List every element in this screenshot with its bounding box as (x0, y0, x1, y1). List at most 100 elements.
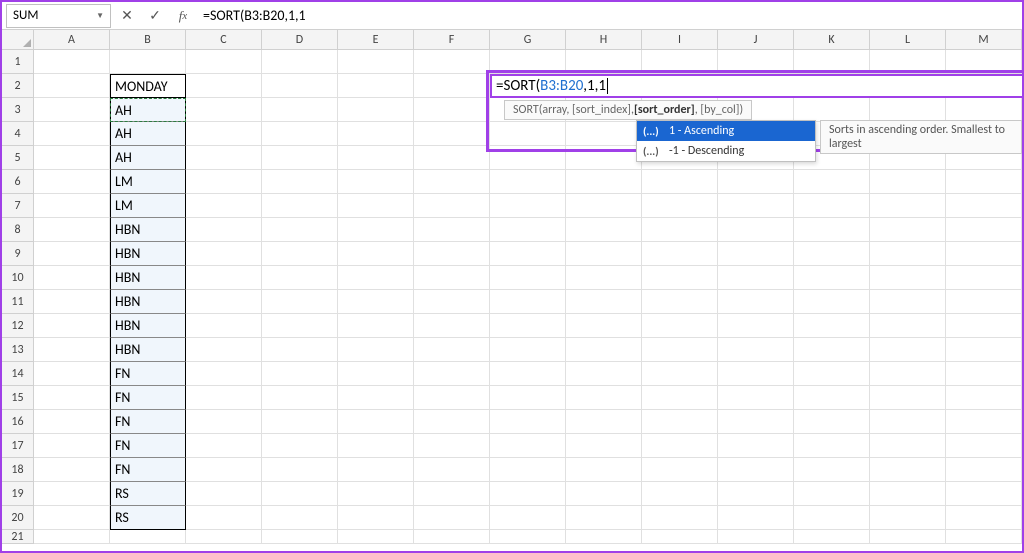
cell[interactable] (414, 530, 490, 544)
cell[interactable] (186, 410, 262, 434)
cell[interactable] (414, 266, 490, 290)
cell[interactable] (870, 50, 946, 74)
cell[interactable] (110, 50, 186, 74)
row-header[interactable]: 21 (2, 530, 34, 544)
cell[interactable] (718, 338, 794, 362)
cell[interactable] (946, 410, 1022, 434)
cell[interactable] (870, 506, 946, 530)
cell[interactable]: HBN (110, 242, 186, 266)
cell[interactable] (186, 98, 262, 122)
cell[interactable] (34, 50, 110, 74)
cell[interactable] (870, 338, 946, 362)
cell[interactable] (642, 362, 718, 386)
cell[interactable] (186, 290, 262, 314)
cell[interactable] (642, 50, 718, 74)
cell[interactable] (414, 98, 490, 122)
cell[interactable] (566, 122, 642, 146)
cell[interactable] (414, 458, 490, 482)
row-header[interactable]: 8 (2, 218, 34, 242)
row-header[interactable]: 9 (2, 242, 34, 266)
cell[interactable] (490, 266, 566, 290)
cell[interactable] (338, 242, 414, 266)
cell[interactable] (794, 506, 870, 530)
cell[interactable] (262, 338, 338, 362)
cell[interactable] (414, 242, 490, 266)
cell[interactable] (338, 530, 414, 544)
cell[interactable] (566, 266, 642, 290)
cell[interactable] (186, 146, 262, 170)
col-header[interactable]: M (946, 30, 1022, 50)
cell[interactable] (870, 530, 946, 544)
cell[interactable] (946, 290, 1022, 314)
cell[interactable] (946, 50, 1022, 74)
cell[interactable] (718, 530, 794, 544)
cell[interactable] (794, 338, 870, 362)
cell[interactable] (186, 482, 262, 506)
cell[interactable] (186, 386, 262, 410)
cell[interactable] (642, 338, 718, 362)
cell[interactable] (566, 170, 642, 194)
cell[interactable] (870, 362, 946, 386)
cell[interactable] (34, 338, 110, 362)
name-box[interactable]: SUM ▼ (6, 4, 111, 28)
cell[interactable] (338, 218, 414, 242)
cell[interactable] (870, 458, 946, 482)
cell[interactable] (34, 266, 110, 290)
cell[interactable] (870, 482, 946, 506)
cell[interactable] (870, 98, 946, 122)
col-header[interactable]: F (414, 30, 490, 50)
cell[interactable] (186, 218, 262, 242)
cell[interactable] (34, 434, 110, 458)
cell[interactable] (566, 290, 642, 314)
cell[interactable] (946, 194, 1022, 218)
cancel-icon[interactable]: ✕ (113, 3, 141, 29)
cell[interactable] (414, 362, 490, 386)
cell[interactable] (946, 434, 1022, 458)
cell[interactable] (718, 386, 794, 410)
cell[interactable] (262, 434, 338, 458)
cell[interactable] (946, 362, 1022, 386)
cell[interactable] (718, 362, 794, 386)
cell[interactable]: HBN (110, 338, 186, 362)
cell[interactable] (946, 530, 1022, 544)
cell[interactable] (414, 290, 490, 314)
cell[interactable] (414, 506, 490, 530)
cell[interactable] (870, 386, 946, 410)
cell[interactable] (186, 338, 262, 362)
cell[interactable]: FN (110, 362, 186, 386)
cell[interactable] (946, 506, 1022, 530)
row-header[interactable]: 7 (2, 194, 34, 218)
cell[interactable] (946, 338, 1022, 362)
cell[interactable] (262, 194, 338, 218)
cell[interactable] (338, 482, 414, 506)
cell[interactable] (870, 242, 946, 266)
cell[interactable] (718, 434, 794, 458)
col-header[interactable]: A (34, 30, 110, 50)
cell[interactable] (34, 98, 110, 122)
cell[interactable] (642, 266, 718, 290)
cell[interactable]: HBN (110, 314, 186, 338)
cell[interactable]: FN (110, 386, 186, 410)
cell[interactable] (794, 242, 870, 266)
cell[interactable] (338, 170, 414, 194)
cell[interactable] (338, 122, 414, 146)
cell[interactable] (490, 170, 566, 194)
cell[interactable] (718, 458, 794, 482)
cell[interactable] (338, 50, 414, 74)
cell[interactable] (338, 314, 414, 338)
cell[interactable] (34, 242, 110, 266)
cell[interactable]: FN (110, 458, 186, 482)
cell[interactable] (414, 170, 490, 194)
cell[interactable] (186, 50, 262, 74)
row-header[interactable]: 12 (2, 314, 34, 338)
cell[interactable]: RS (110, 482, 186, 506)
col-header[interactable]: H (566, 30, 642, 50)
cell[interactable] (490, 434, 566, 458)
cell[interactable] (338, 434, 414, 458)
cell[interactable] (338, 338, 414, 362)
cell[interactable] (186, 530, 262, 544)
cell[interactable] (642, 434, 718, 458)
cell[interactable] (490, 50, 566, 74)
cell[interactable] (34, 482, 110, 506)
col-header[interactable]: J (718, 30, 794, 50)
